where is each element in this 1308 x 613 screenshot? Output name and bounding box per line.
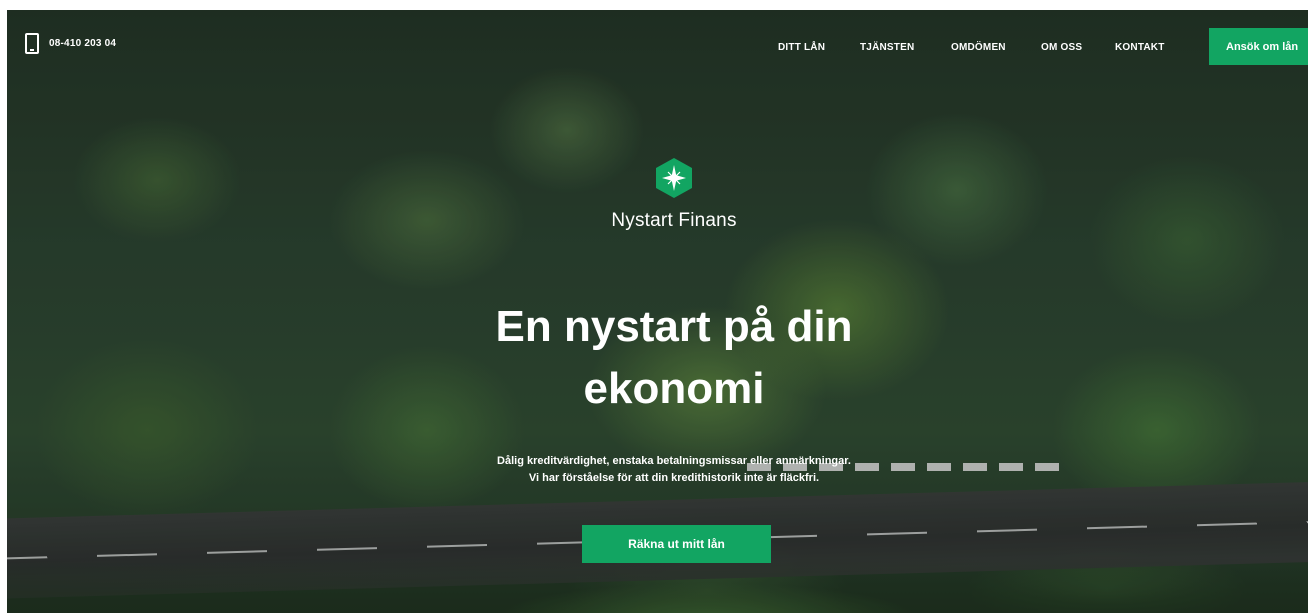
nav-kontakt[interactable]: KONTAKT (1115, 42, 1165, 53)
hero-section: 08-410 203 04 DITT LÅN TJÄNSTEN OMDÖMEN … (7, 10, 1308, 613)
calculate-loan-button[interactable]: Räkna ut mitt lån (582, 525, 771, 563)
mobile-phone-icon (25, 33, 39, 54)
nav-tjansten[interactable]: TJÄNSTEN (860, 42, 914, 53)
brand-name: Nystart Finans (611, 210, 737, 231)
hero-headline: En nystart på din ekonomi (407, 296, 941, 420)
hero-subtext: Dålig kreditvärdighet, enstaka betalning… (407, 453, 941, 487)
headline-line-1: En nystart på din (495, 302, 853, 351)
phone-link[interactable]: 08-410 203 04 (25, 33, 116, 54)
subtext-line-2: Vi har förståelse för att din kredithist… (528, 472, 820, 484)
headline-line-2: ekonomi (583, 364, 765, 413)
nav-omdomen[interactable]: OMDÖMEN (951, 42, 1006, 53)
hexagon-star-logo[interactable] (655, 157, 693, 199)
phone-number: 08-410 203 04 (49, 38, 117, 49)
nav-ditt-lan[interactable]: DITT LÅN (778, 42, 825, 53)
nav-om-oss[interactable]: OM OSS (1041, 42, 1082, 53)
subtext-line-1: Dålig kreditvärdighet, enstaka betalning… (497, 455, 851, 467)
apply-button[interactable]: Ansök om lån (1209, 28, 1308, 65)
